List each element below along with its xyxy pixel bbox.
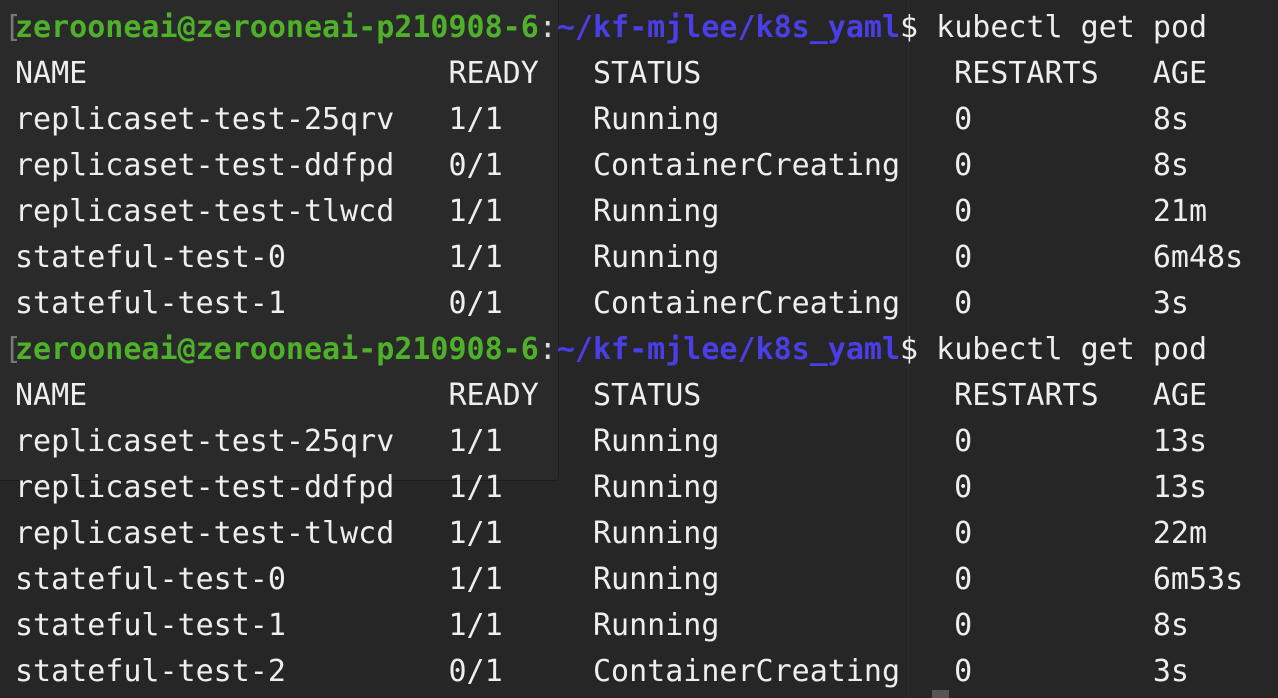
pod-restarts: 0 [954, 194, 973, 229]
column-header-ready: READY [448, 378, 539, 413]
pod-age: 8s [1152, 148, 1189, 183]
pod-status: ContainerCreating [592, 148, 900, 183]
pod-ready: 1/1 [448, 194, 503, 229]
pod-restarts: 0 [954, 286, 973, 321]
pod-name: replicaset-test-tlwcd [15, 194, 395, 229]
pod-ready: 1/1 [448, 562, 503, 597]
pod-age: 3s [1152, 286, 1189, 321]
pod-restarts: 0 [954, 516, 973, 551]
pod-restarts: 0 [954, 608, 973, 643]
pod-row: stateful-test-0 1/1 Running 0 6m48s [15, 235, 1243, 281]
pod-status: ContainerCreating [592, 654, 900, 689]
prompt-path: ~/kf-mjlee/k8s_yaml [556, 332, 901, 367]
prompt-symbol: $ [900, 10, 937, 45]
pod-status: Running [592, 470, 720, 505]
pod-restarts: 0 [954, 102, 973, 137]
pod-ready: 1/1 [448, 102, 503, 137]
pod-status: Running [592, 240, 720, 275]
pod-name: stateful-test-0 [15, 240, 286, 275]
pod-age: 8s [1152, 608, 1189, 643]
table-header: NAME READY STATUS RESTARTS AGE [15, 373, 1243, 419]
table-header: NAME READY STATUS RESTARTS AGE [15, 51, 1243, 97]
pod-name: replicaset-test-25qrv [15, 424, 395, 459]
pod-row: replicaset-test-tlwcd 1/1 Running 0 21m [15, 189, 1243, 235]
pod-row: stateful-test-1 1/1 Running 0 8s [15, 603, 1243, 649]
pod-ready: 1/1 [448, 240, 503, 275]
shell-prompt-line: [zerooneai@zerooneai-p210908-6: ~/kf-mjle… [4, 327, 1243, 373]
pod-row: replicaset-test-25qrv 1/1 Running 0 13s [15, 419, 1243, 465]
pod-age: 3s [1152, 654, 1189, 689]
prompt-command: kubectl get pod [936, 332, 1208, 367]
column-header-restarts: RESTARTS [954, 378, 1099, 413]
pod-restarts: 0 [954, 470, 973, 505]
column-header-age: AGE [1152, 378, 1208, 413]
column-header-name: NAME [15, 56, 88, 91]
pod-ready: 1/1 [448, 516, 503, 551]
pod-restarts: 0 [954, 424, 973, 459]
column-header-status: STATUS [592, 56, 702, 91]
prompt-user-host: zerooneai@zerooneai-p210908-6 [15, 10, 539, 45]
pod-name: stateful-test-1 [15, 608, 286, 643]
prompt-colon: : [538, 332, 557, 367]
shell-prompt-line: [zerooneai@zerooneai-p210908-6: ~/kf-mjle… [4, 5, 1243, 51]
column-header-restarts: RESTARTS [954, 56, 1099, 91]
pod-ready: 0/1 [448, 654, 503, 689]
pod-name: stateful-test-0 [15, 562, 286, 597]
pod-name: stateful-test-2 [15, 654, 286, 689]
pod-row: replicaset-test-25qrv 1/1 Running 0 8s [15, 97, 1243, 143]
pod-status: ContainerCreating [592, 286, 900, 321]
pod-status: Running [592, 562, 720, 597]
pod-row: stateful-test-0 1/1 Running 0 6m53s [15, 557, 1243, 603]
pod-restarts: 0 [954, 562, 973, 597]
pod-row: replicaset-test-ddfpd 1/1 Running 0 13s [15, 465, 1243, 511]
pod-status: Running [592, 424, 720, 459]
prompt-bracket: [ [4, 10, 23, 45]
pod-restarts: 0 [954, 240, 973, 275]
pod-restarts: 0 [954, 148, 973, 183]
pod-ready: 1/1 [448, 608, 503, 643]
pod-name: replicaset-test-ddfpd [15, 470, 395, 505]
column-header-ready: READY [448, 56, 539, 91]
pod-row: stateful-test-1 0/1 ContainerCreating 0 3s [15, 281, 1243, 327]
pod-name: replicaset-test-tlwcd [15, 516, 395, 551]
column-header-name: NAME [15, 378, 88, 413]
terminal-output[interactable]: [zerooneai@zerooneai-p210908-6: ~/kf-mjle… [4, 5, 1243, 695]
column-header-status: STATUS [592, 378, 702, 413]
pod-age: 13s [1152, 470, 1208, 505]
pod-status: Running [592, 608, 720, 643]
pod-age: 8s [1152, 102, 1189, 137]
pod-ready: 0/1 [448, 286, 503, 321]
prompt-path: ~/kf-mjlee/k8s_yaml [556, 10, 901, 45]
pod-ready: 0/1 [448, 148, 503, 183]
pod-age: 6m53s [1152, 562, 1244, 597]
pod-row: replicaset-test-ddfpd 0/1 ContainerCreatin… [15, 143, 1243, 189]
pod-status: Running [592, 516, 720, 551]
pod-age: 6m48s [1152, 240, 1244, 275]
pod-status: Running [592, 194, 720, 229]
prompt-user-host: zerooneai@zerooneai-p210908-6 [15, 332, 539, 367]
prompt-colon: : [538, 10, 557, 45]
pod-ready: 1/1 [448, 424, 503, 459]
pod-name: stateful-test-1 [15, 286, 286, 321]
pod-age: 22m [1152, 516, 1208, 551]
pod-age: 13s [1152, 424, 1208, 459]
pod-row: replicaset-test-tlwcd 1/1 Running 0 22m [15, 511, 1243, 557]
pod-ready: 1/1 [448, 470, 503, 505]
pod-row: stateful-test-2 0/1 ContainerCreating 0 3s [15, 649, 1243, 695]
pod-name: replicaset-test-ddfpd [15, 148, 395, 183]
pod-age: 21m [1152, 194, 1208, 229]
pod-status: Running [592, 102, 720, 137]
prompt-bracket: [ [4, 332, 23, 367]
terminal-cursor [932, 690, 949, 698]
pod-restarts: 0 [954, 654, 973, 689]
prompt-command: kubectl get pod [936, 10, 1208, 45]
prompt-symbol: $ [900, 332, 937, 367]
pod-name: replicaset-test-25qrv [15, 102, 395, 137]
column-header-age: AGE [1152, 56, 1208, 91]
